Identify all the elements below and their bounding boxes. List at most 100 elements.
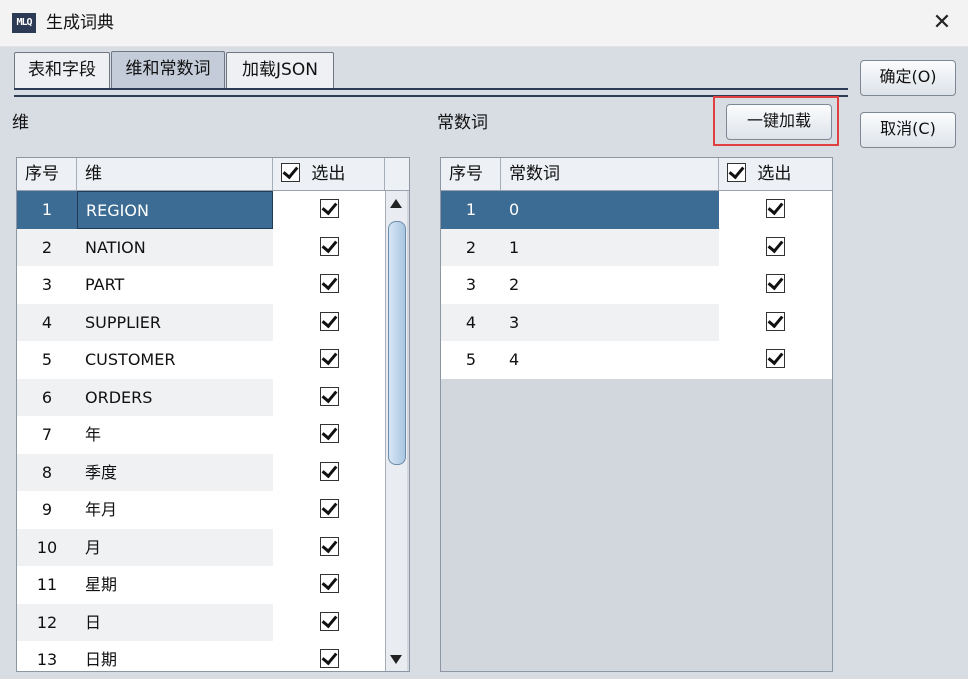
row-name: PART <box>77 266 273 304</box>
row-checkbox[interactable] <box>319 236 339 256</box>
dim-table-header: 序号 维 选出 <box>17 158 409 191</box>
row-index: 11 <box>17 566 77 604</box>
table-row[interactable]: 32 <box>441 266 832 304</box>
row-name: ORDERS <box>77 378 273 416</box>
row-select-cell <box>273 303 385 341</box>
dim-table: 序号 维 选出 1 REGION 2 NATION 3 PART 4 SUPPLIER 5 CUS… <box>16 157 410 672</box>
table-row[interactable]: 2 NATION <box>17 228 385 266</box>
row-name: 1 <box>501 228 719 266</box>
row-index: 13 <box>17 641 77 671</box>
row-name: 年 <box>77 416 273 454</box>
row-checkbox[interactable] <box>766 236 785 256</box>
table-row[interactable]: 1 REGION <box>17 191 385 229</box>
row-select-cell <box>273 566 385 604</box>
row-name: 日 <box>77 603 273 641</box>
row-name: 年月 <box>77 491 273 529</box>
row-index: 12 <box>17 603 77 641</box>
row-checkbox[interactable] <box>319 274 339 293</box>
table-row[interactable]: 6 ORDERS <box>17 378 385 416</box>
row-name: 0 <box>501 191 719 229</box>
row-checkbox[interactable] <box>319 424 339 443</box>
row-index: 5 <box>441 341 501 379</box>
row-name: 星期 <box>77 566 273 604</box>
col-header-index[interactable]: 序号 <box>17 158 77 190</box>
row-checkbox[interactable] <box>319 386 339 406</box>
row-select-cell <box>273 191 385 229</box>
row-checkbox[interactable] <box>766 199 785 218</box>
row-checkbox[interactable] <box>319 499 339 518</box>
tab-tables-fields[interactable]: 表和字段 <box>14 52 110 89</box>
table-row[interactable]: 13 日期 <box>17 641 385 671</box>
col-header-index[interactable]: 序号 <box>441 158 501 190</box>
row-checkbox[interactable] <box>319 311 339 331</box>
row-select-cell <box>273 266 385 304</box>
row-checkbox[interactable] <box>319 461 339 481</box>
select-all-checkbox[interactable] <box>727 162 746 182</box>
close-button[interactable]: ✕ <box>924 10 960 36</box>
table-row[interactable]: 3 PART <box>17 266 385 304</box>
row-select-cell <box>719 228 832 266</box>
col-header-select[interactable]: 选出 <box>273 158 385 190</box>
table-row[interactable]: 8 季度 <box>17 453 385 491</box>
row-name: 月 <box>77 528 273 566</box>
row-checkbox[interactable] <box>766 274 785 293</box>
col-header-constant[interactable]: 常数词 <box>501 158 719 190</box>
scroll-down-arrow-icon[interactable] <box>390 655 402 664</box>
col-header-select[interactable]: 选出 <box>719 158 832 190</box>
row-select-cell <box>273 603 385 641</box>
header-corner <box>385 158 409 190</box>
scroll-thumb[interactable] <box>388 221 406 465</box>
row-index: 8 <box>17 453 77 491</box>
row-select-cell <box>273 641 385 671</box>
row-checkbox[interactable] <box>766 349 785 368</box>
table-row[interactable]: 11 星期 <box>17 566 385 604</box>
tab-dims-constants[interactable]: 维和常数词 <box>111 51 225 90</box>
scroll-up-arrow-icon[interactable] <box>390 199 402 208</box>
const-section-label: 常数词 <box>437 113 488 133</box>
row-name: 日期 <box>77 641 273 671</box>
row-checkbox[interactable] <box>766 311 785 331</box>
table-row[interactable]: 21 <box>441 228 832 266</box>
row-index: 7 <box>17 416 77 454</box>
row-name: 4 <box>501 341 719 379</box>
row-name: REGION <box>77 191 273 229</box>
row-select-cell <box>719 191 832 229</box>
tab-load-json[interactable]: 加载JSON <box>226 52 334 89</box>
row-name: 季度 <box>77 453 273 491</box>
row-checkbox[interactable] <box>319 199 339 218</box>
row-name: 2 <box>501 266 719 304</box>
title-bar: MLQ 生成词典 ✕ <box>0 0 968 47</box>
col-header-select-label: 选出 <box>311 164 346 184</box>
dim-scrollbar[interactable] <box>385 191 407 671</box>
row-checkbox[interactable] <box>319 349 339 368</box>
row-index: 5 <box>17 341 77 379</box>
row-checkbox[interactable] <box>319 536 339 556</box>
row-index: 1 <box>17 191 77 229</box>
row-checkbox[interactable] <box>319 649 339 668</box>
table-row[interactable]: 4 SUPPLIER <box>17 303 385 341</box>
const-table: 序号 常数词 选出 1021324354 <box>440 157 833 672</box>
table-row[interactable]: 10 <box>441 191 832 229</box>
table-row[interactable]: 5 CUSTOMER <box>17 341 385 379</box>
table-row[interactable]: 9 年月 <box>17 491 385 529</box>
load-all-button[interactable]: 一键加载 <box>726 104 832 140</box>
cancel-button[interactable]: 取消(C) <box>860 112 956 148</box>
col-header-dim[interactable]: 维 <box>77 158 273 190</box>
table-row[interactable]: 10 月 <box>17 528 385 566</box>
row-select-cell <box>273 228 385 266</box>
row-name: NATION <box>77 228 273 266</box>
row-name: 3 <box>501 303 719 341</box>
row-name: SUPPLIER <box>77 303 273 341</box>
table-row[interactable]: 43 <box>441 303 832 341</box>
row-checkbox[interactable] <box>319 611 339 631</box>
table-row[interactable]: 12 日 <box>17 603 385 641</box>
row-index: 3 <box>17 266 77 304</box>
row-select-cell <box>273 416 385 454</box>
table-row[interactable]: 54 <box>441 341 832 379</box>
select-all-checkbox[interactable] <box>281 162 300 182</box>
app-logo-icon: MLQ <box>12 13 36 33</box>
row-checkbox[interactable] <box>319 574 339 593</box>
row-index: 2 <box>17 228 77 266</box>
table-row[interactable]: 7年 <box>17 416 385 454</box>
ok-button[interactable]: 确定(O) <box>860 60 956 96</box>
